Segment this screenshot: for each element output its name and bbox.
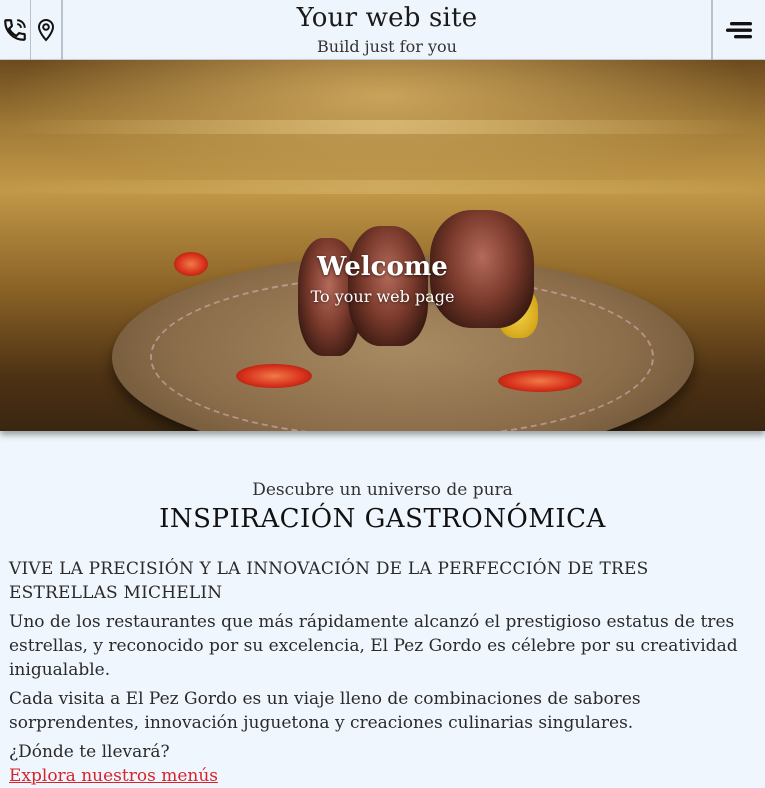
chili-garnish [236,364,312,388]
site-subtitle: Build just for you [317,37,457,56]
site-header: Your web site Build just for you [0,0,765,60]
menu-button[interactable] [711,0,765,60]
hero-subtitle: To your web page [310,287,455,306]
paragraph: Uno de los restaurantes que más rápidame… [9,612,738,680]
table-highlight [0,120,765,134]
paragraph: Cada visita a El Pez Gordo es un viaje l… [9,689,641,733]
location-button[interactable] [31,0,63,60]
hero-banner: Welcome To your web page [0,60,765,431]
hero-title: Welcome [317,252,448,282]
section-headline: INSPIRACIÓN GASTRONÓMICA [159,504,606,534]
section-intro: Descubre un universo de pura [252,480,513,500]
table-highlight [0,180,765,194]
phone-icon [4,19,26,41]
question-text: ¿Dónde te llevará? [9,742,170,762]
hamburger-menu-icon [726,22,752,39]
map-pin-icon [37,19,55,42]
meat-slice [348,226,428,346]
chili-garnish [498,370,582,392]
explore-menus-link[interactable]: Explora nuestros menús [9,766,218,786]
section-content: VIVE LA PRECISIÓN Y LA INNOVACIÓN DE LA … [9,557,759,788]
section-kicker: VIVE LA PRECISIÓN Y LA INNOVACIÓN DE LA … [9,559,649,603]
site-title: Your web site [296,3,478,33]
phone-button[interactable] [0,0,31,60]
